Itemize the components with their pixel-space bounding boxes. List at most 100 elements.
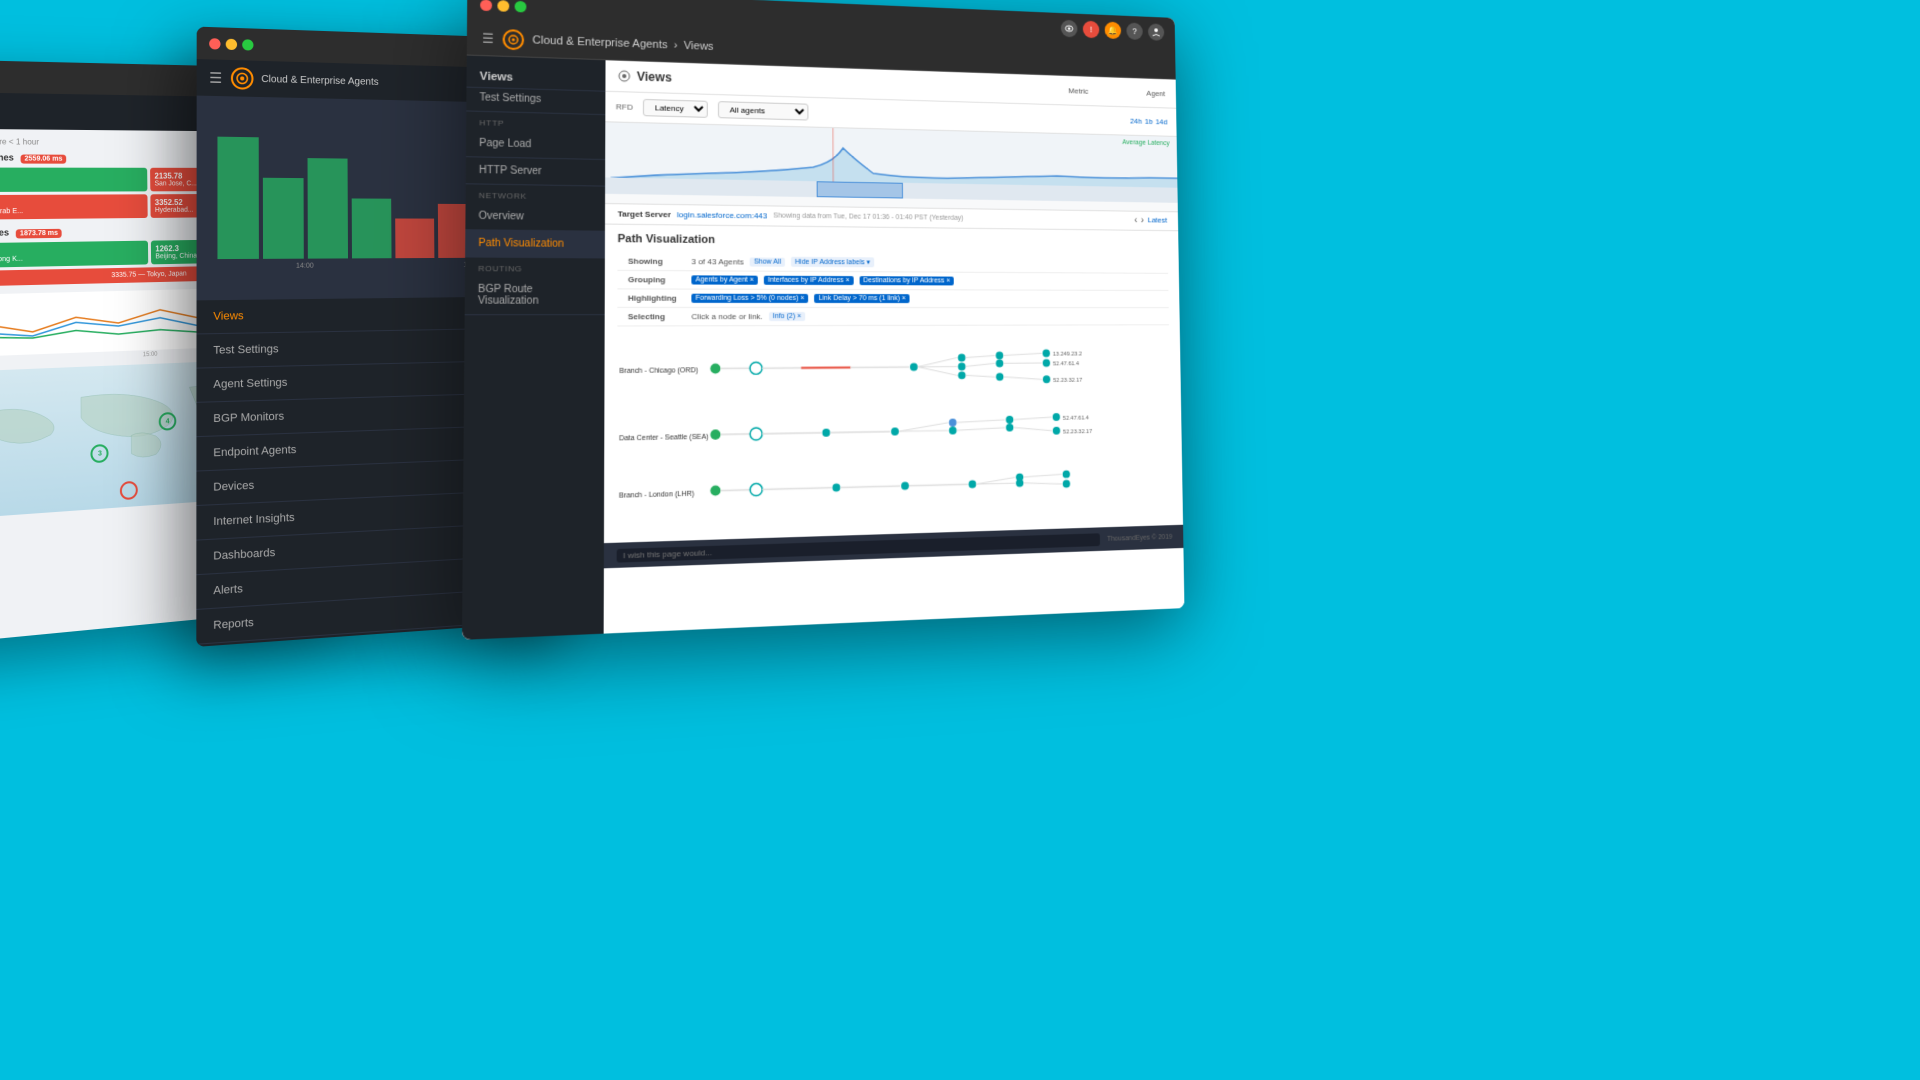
bar-1 bbox=[217, 137, 258, 259]
eye-btn[interactable] bbox=[1061, 20, 1078, 38]
end-node-3a[interactable] bbox=[1063, 470, 1071, 478]
node-3a[interactable] bbox=[832, 484, 840, 492]
close-button-2[interactable] bbox=[209, 38, 220, 49]
alert-btn[interactable]: ! bbox=[1083, 21, 1100, 39]
hamburger-3[interactable]: ☰ bbox=[482, 31, 494, 46]
branch-singapore[interactable]: 550.92 Singapore bbox=[0, 168, 147, 193]
bar-3 bbox=[308, 158, 348, 259]
group-destinations[interactable]: Destinations by IP Address × bbox=[859, 276, 954, 285]
node-r1f[interactable] bbox=[996, 373, 1004, 381]
views-sidebar: Views Test Settings HTTP Page Load HTTP … bbox=[462, 56, 606, 640]
maximize-button-3[interactable] bbox=[515, 0, 527, 12]
node-r1e[interactable] bbox=[996, 359, 1004, 367]
node-mid-1[interactable] bbox=[910, 363, 918, 371]
start-node-1[interactable] bbox=[710, 363, 720, 373]
node-2d[interactable] bbox=[949, 426, 957, 434]
tier3-score: 2559.06 ms bbox=[20, 155, 66, 164]
selecting-info: Click a node or link. bbox=[691, 312, 762, 321]
node-3c[interactable] bbox=[969, 480, 977, 488]
node-2b[interactable] bbox=[891, 427, 899, 435]
te-logo-2 bbox=[230, 67, 253, 90]
sidebar-bgp-route[interactable]: BGP Route Visualization bbox=[465, 276, 605, 315]
test-label: RFD bbox=[616, 102, 633, 112]
header-nav-icons: ! 🔔 ? bbox=[1061, 20, 1165, 41]
notif-btn[interactable]: 🔔 bbox=[1105, 22, 1122, 40]
minimize-button-3[interactable] bbox=[497, 0, 509, 11]
window-controls-2 bbox=[209, 38, 253, 50]
latest-btn[interactable]: Latest bbox=[1148, 216, 1168, 227]
node-2e[interactable] bbox=[1006, 416, 1014, 424]
end-node-1c[interactable] bbox=[1043, 375, 1051, 383]
minimize-button-2[interactable] bbox=[226, 38, 237, 49]
ts-label: Target Server bbox=[618, 209, 671, 219]
show-all-link[interactable]: Show All bbox=[750, 257, 785, 266]
right-panel: Views Metric Agent RFD Latency All agent… bbox=[604, 60, 1185, 633]
sidebar-page-load[interactable]: Page Load bbox=[466, 130, 605, 160]
junction-node-1[interactable] bbox=[750, 362, 762, 374]
junction-node-2[interactable] bbox=[750, 428, 762, 440]
bar-5 bbox=[395, 219, 434, 259]
junction-node-3[interactable] bbox=[750, 483, 762, 496]
svg-text:Data Center - Seattle (SEA): Data Center - Seattle (SEA) bbox=[619, 434, 708, 443]
metric-select[interactable]: Latency bbox=[643, 99, 708, 118]
end-node-2a[interactable] bbox=[1053, 413, 1061, 421]
branch-dubai[interactable]: 2150.67 Dubai, United Arab E... bbox=[0, 194, 147, 220]
svg-text:Branch - London (LHR): Branch - London (LHR) bbox=[619, 490, 694, 499]
info-tag[interactable]: Info (2) × bbox=[769, 312, 805, 321]
grouping-label: Grouping bbox=[628, 275, 685, 284]
node-2a[interactable] bbox=[822, 429, 830, 437]
node-3b[interactable] bbox=[901, 482, 909, 490]
sidebar-http-server[interactable]: HTTP Server bbox=[466, 157, 605, 186]
node-2f[interactable] bbox=[1006, 424, 1014, 432]
node-r1d[interactable] bbox=[996, 352, 1004, 360]
timeline-selection[interactable] bbox=[816, 181, 903, 198]
time-tabs: 24h 1b 14d bbox=[1130, 117, 1168, 127]
time-tab-24h[interactable]: 24h bbox=[1130, 117, 1142, 126]
svg-text:52.47.61.4: 52.47.61.4 bbox=[1053, 362, 1080, 368]
ts-note: Showing data from Tue, Dec 17 01:36 - 01… bbox=[773, 212, 963, 221]
sidebar-path-vis[interactable]: Path Visualization bbox=[465, 230, 605, 258]
hide-ip-btn[interactable]: Hide IP Address labels ▾ bbox=[791, 257, 874, 268]
help-btn[interactable]: ? bbox=[1126, 22, 1142, 40]
start-node-3[interactable] bbox=[710, 485, 720, 495]
timeline-chart: Average Latency Dec 15 Dec 16 Dec 17 Dec… bbox=[605, 122, 1178, 212]
node-3e[interactable] bbox=[1016, 479, 1024, 487]
time-tab-1b[interactable]: 1b bbox=[1145, 117, 1153, 126]
group-agents[interactable]: Agents by Agent × bbox=[691, 275, 757, 284]
end-node-1b[interactable] bbox=[1043, 359, 1051, 367]
highlighting-label: Highlighting bbox=[628, 294, 685, 303]
group-interfaces[interactable]: Interfaces by IP Address × bbox=[764, 276, 854, 285]
end-node-1a[interactable] bbox=[1042, 349, 1050, 357]
sidebar-overview[interactable]: Overview bbox=[465, 203, 605, 232]
breadcrumb-2: Cloud & Enterprise Agents bbox=[261, 73, 378, 87]
path-vis-title: Path Visualization bbox=[618, 233, 1168, 250]
section-routing-label: ROUTING bbox=[465, 257, 605, 277]
metric-label: Metric bbox=[1068, 86, 1088, 95]
branch-kwai[interactable]: 1023.25 Kwai Chung, Hong K... bbox=[0, 241, 148, 269]
fwd-loss-tag[interactable]: Forwarding Loss > 5% (0 nodes) × bbox=[691, 294, 808, 303]
node-2c[interactable] bbox=[949, 419, 957, 427]
maximize-button-2[interactable] bbox=[242, 39, 253, 50]
prev-arrow[interactable]: ‹ bbox=[1134, 215, 1137, 226]
close-button-3[interactable] bbox=[480, 0, 492, 11]
end-node-2b[interactable] bbox=[1053, 427, 1061, 435]
avg-latency-label: Average Latency bbox=[1122, 139, 1169, 147]
sidebar-test-settings[interactable]: Test Settings bbox=[466, 88, 605, 116]
user-btn[interactable] bbox=[1148, 23, 1164, 41]
end-node-3b[interactable] bbox=[1063, 480, 1071, 488]
svg-text:52.47.61.4: 52.47.61.4 bbox=[1063, 416, 1090, 422]
node-r1a[interactable] bbox=[958, 354, 966, 362]
time-tab-14d[interactable]: 14d bbox=[1155, 117, 1167, 126]
ts-value: login.salesforce.com:443 bbox=[677, 210, 767, 220]
selecting-label: Selecting bbox=[628, 312, 685, 321]
svg-text:52.23.32.17: 52.23.32.17 bbox=[1053, 378, 1083, 384]
nav-arrows: ‹ › Latest bbox=[1134, 215, 1167, 226]
copyright-text: ThousandEyes © 2019 bbox=[1107, 533, 1172, 542]
hamburger-menu[interactable]: ☰ bbox=[209, 69, 222, 87]
start-node-2[interactable] bbox=[710, 429, 720, 439]
next-arrow[interactable]: › bbox=[1141, 216, 1144, 226]
link-delay-tag[interactable]: Link Delay > 70 ms (1 link) × bbox=[814, 294, 909, 303]
node-r1b[interactable] bbox=[958, 363, 966, 371]
agent-select[interactable]: All agents bbox=[718, 101, 808, 120]
node-r1c[interactable] bbox=[958, 371, 966, 379]
